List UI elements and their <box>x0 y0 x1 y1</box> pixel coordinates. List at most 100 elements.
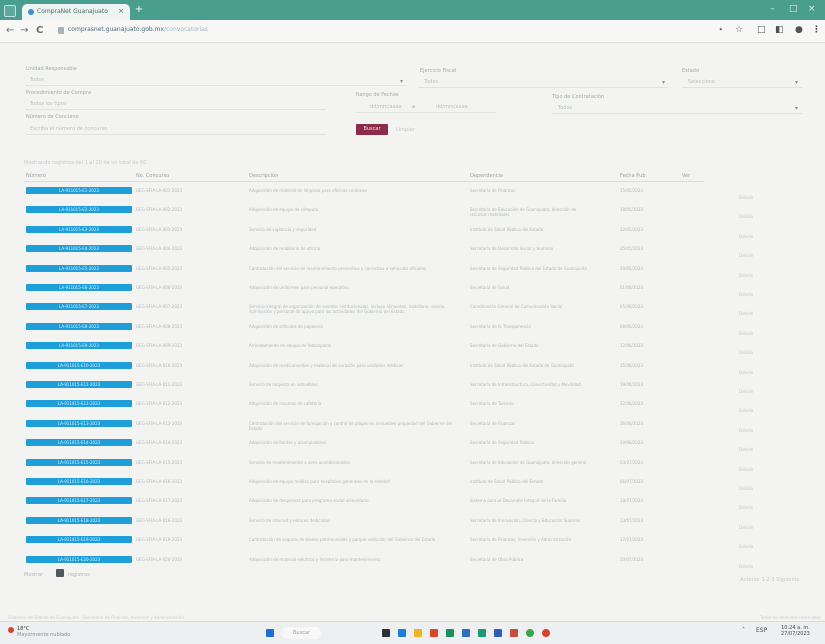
detalle-link[interactable]: Detalle <box>739 253 753 258</box>
extension-icon[interactable]: ⋆ <box>718 25 724 35</box>
tab-close-icon[interactable]: × <box>118 7 124 15</box>
numero-input[interactable]: Escriba el número de concurso <box>30 126 107 132</box>
column-header[interactable]: Dependencia <box>470 173 503 179</box>
numero-link[interactable]: LA-911015-E15-2023 <box>26 458 132 466</box>
numero-link[interactable]: LA-911015-E20-2023 <box>26 555 132 563</box>
numero-link[interactable]: LA-911015-E11-2023 <box>26 381 132 388</box>
detalle-link[interactable]: Detalle <box>739 428 753 433</box>
numero-link[interactable]: LA-911015-E6-2023 <box>26 284 132 291</box>
maximize-button[interactable]: □ <box>789 4 798 14</box>
detalle-link[interactable]: Detalle <box>739 486 753 491</box>
column-header[interactable]: No. Concurso <box>136 173 169 179</box>
chevron-down-icon[interactable]: ▾ <box>795 79 798 86</box>
numero-link[interactable]: LA-911015-E17-2023 <box>26 497 132 505</box>
app-icon[interactable] <box>510 629 518 637</box>
numero-link[interactable]: LA-911015-E16-2023 <box>26 478 132 485</box>
chrome-icon[interactable] <box>430 629 438 637</box>
back-button[interactable]: ← <box>6 25 14 36</box>
word-icon[interactable] <box>462 629 470 637</box>
file-explorer-icon[interactable] <box>414 629 422 637</box>
estado-select[interactable]: Seleccione <box>688 79 715 85</box>
chevron-down-icon[interactable]: ▾ <box>795 105 798 112</box>
numero-link[interactable]: LA-911015-E19-2023 <box>26 536 132 544</box>
browser-tab[interactable]: CompraNet Guanajuato × <box>22 4 130 20</box>
tipo-select[interactable]: Todos <box>558 105 572 111</box>
detalle-link[interactable]: Detalle <box>739 467 753 472</box>
edge-icon[interactable] <box>398 629 406 637</box>
chrome-icon[interactable] <box>542 629 550 637</box>
column-header[interactable]: Número <box>26 173 46 179</box>
new-tab-button[interactable]: + <box>134 5 144 15</box>
detalle-link[interactable]: Detalle <box>739 564 753 569</box>
column-header[interactable]: Fecha Pub. <box>620 173 647 179</box>
numero-link[interactable]: LA-911015-E14-2023 <box>26 439 132 447</box>
task-view-icon[interactable] <box>382 629 390 637</box>
address-bar[interactable]: comprasnet.guanajuato.gob.mx/convocatori… <box>58 24 710 38</box>
minimize-button[interactable]: – <box>770 4 775 14</box>
outlook-icon[interactable] <box>494 629 502 637</box>
detalle-link[interactable]: Detalle <box>739 234 753 239</box>
detalle-link[interactable]: Detalle <box>739 389 753 394</box>
limpiar-button[interactable]: Limpiar <box>396 127 415 133</box>
detalle-link[interactable]: Detalle <box>739 350 753 355</box>
window-menu-icon[interactable] <box>4 5 16 17</box>
dependencia-cell: Secretaría de Salud <box>470 285 510 290</box>
app-icon[interactable] <box>478 629 486 637</box>
excel-icon[interactable] <box>446 629 454 637</box>
detalle-link[interactable]: Detalle <box>739 544 753 549</box>
numero-link[interactable]: LA-911015-E9-2023 <box>26 342 132 350</box>
detalle-link[interactable]: Detalle <box>739 273 753 278</box>
numero-link[interactable]: LA-911015-E3-2023 <box>26 225 132 233</box>
page-size-select[interactable] <box>56 569 64 577</box>
detalle-link[interactable]: Detalle <box>739 311 753 316</box>
start-icon[interactable] <box>266 629 274 637</box>
detalle-link[interactable]: Detalle <box>739 370 753 375</box>
unidad-select[interactable]: Todos <box>30 77 44 83</box>
buscar-button[interactable]: Buscar <box>356 124 388 135</box>
whatsapp-icon[interactable] <box>526 629 534 637</box>
proc-select[interactable]: Todos los tipos <box>30 101 67 107</box>
numero-link[interactable]: LA-911015-E4-2023 <box>26 245 132 253</box>
detalle-link[interactable]: Detalle <box>739 447 753 452</box>
detalle-link[interactable]: Detalle <box>739 408 753 413</box>
column-header[interactable]: Ver <box>682 173 690 179</box>
system-clock[interactable]: 10:24 a. m. 27/07/2023 <box>781 625 810 637</box>
pagination[interactable]: Anterior 1 2 3 Siguiente <box>740 577 800 583</box>
detalle-link[interactable]: Detalle <box>739 195 753 200</box>
taskbar-search[interactable]: Buscar <box>281 627 321 639</box>
chevron-down-icon[interactable]: ▾ <box>662 79 665 86</box>
profile-avatar[interactable]: ● <box>795 25 803 35</box>
detalle-link[interactable]: Detalle <box>739 292 753 297</box>
close-window-button[interactable]: × <box>808 4 816 14</box>
numero-link[interactable]: LA-911015-E13-2023 <box>26 419 132 427</box>
numero-link[interactable]: LA-911015-E5-2023 <box>26 264 132 272</box>
numero-link[interactable]: LA-911015-E8-2023 <box>26 322 132 330</box>
column-header[interactable]: Descripción <box>249 173 278 179</box>
numero-link[interactable]: LA-911015-E12-2023 <box>26 400 132 408</box>
tray-chevron-icon[interactable]: ˄ <box>742 627 745 634</box>
detalle-link[interactable]: Detalle <box>739 505 753 510</box>
concurso-cell: GEG-SFIA-LA-004-2023 <box>136 246 182 252</box>
weather-icon[interactable] <box>8 627 14 633</box>
bookmark-star-icon[interactable]: ☆ <box>735 25 743 35</box>
numero-link[interactable]: LA-911015-E7-2023 <box>26 303 132 311</box>
lang-indicator[interactable]: ESP <box>756 627 767 634</box>
fecha-fin-input[interactable]: dd/mm/aaaa <box>436 104 468 110</box>
chevron-down-icon[interactable]: ▾ <box>400 78 403 85</box>
tab-search-icon[interactable]: □ <box>757 25 766 35</box>
weather-widget[interactable]: 18°C Mayormente nublado <box>17 626 70 638</box>
sidebar-icon[interactable]: ◧ <box>775 25 784 35</box>
concurso-cell: GEG-SFIA-LA-009-2023 <box>136 343 182 349</box>
detalle-link[interactable]: Detalle <box>739 331 753 336</box>
fecha-inicio-input[interactable]: dd/mm/aaaa <box>370 104 402 110</box>
numero-link[interactable]: LA-911015-E1-2023 <box>26 187 132 194</box>
numero-link[interactable]: LA-911015-E10-2023 <box>26 361 132 369</box>
forward-button[interactable]: → <box>20 25 28 36</box>
browser-menu-icon[interactable]: ⋮ <box>812 25 821 35</box>
numero-link[interactable]: LA-911015-E18-2023 <box>26 516 132 524</box>
ejercicio-select[interactable]: Todos <box>424 79 438 85</box>
reload-button[interactable]: C <box>36 25 43 36</box>
numero-link[interactable]: LA-911015-E2-2023 <box>26 206 132 214</box>
detalle-link[interactable]: Detalle <box>739 525 753 530</box>
detalle-link[interactable]: Detalle <box>739 214 753 219</box>
